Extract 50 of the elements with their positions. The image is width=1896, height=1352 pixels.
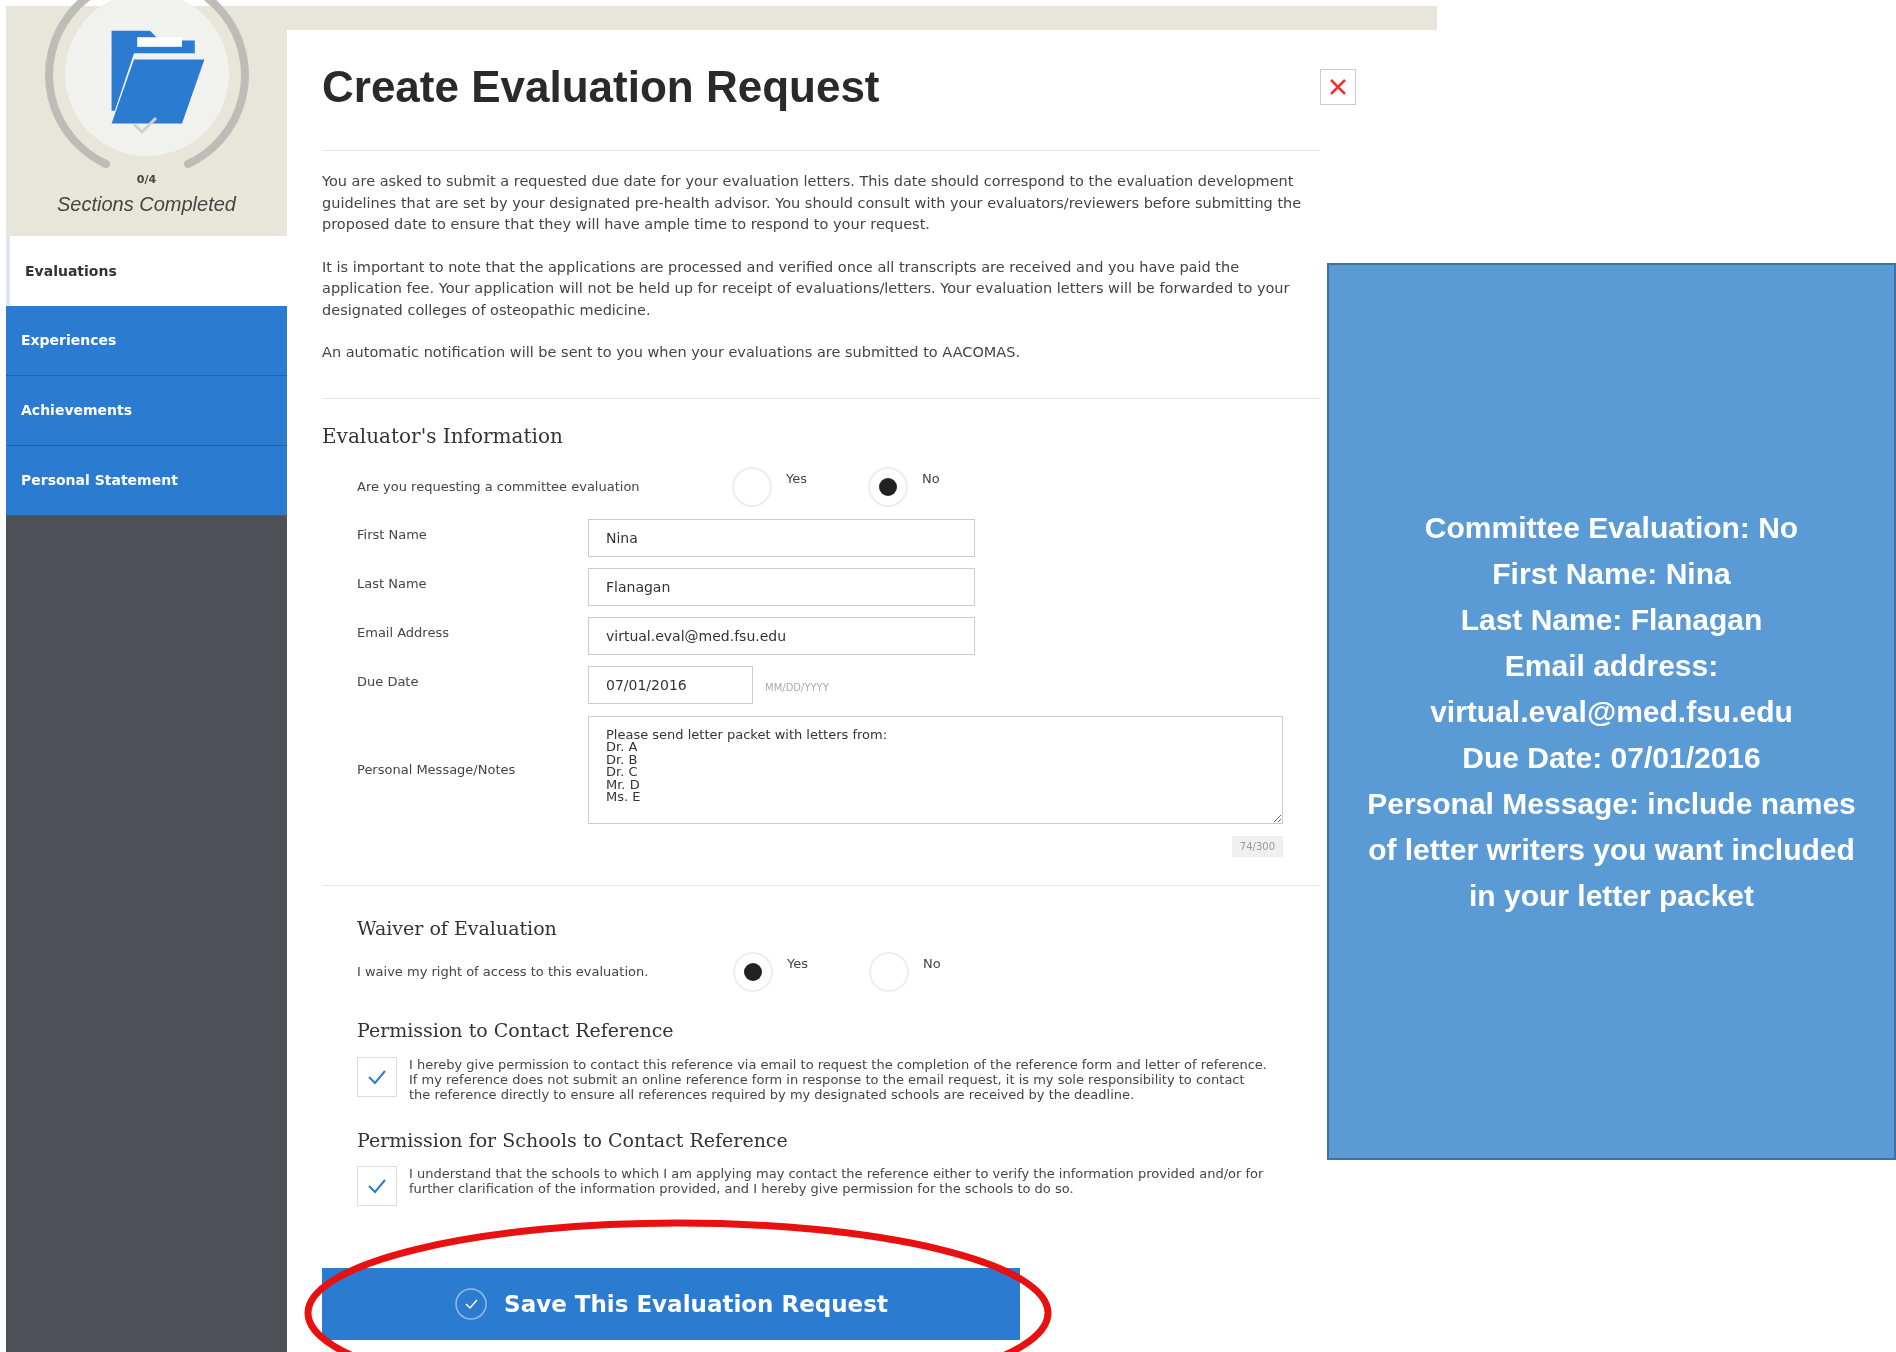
check-icon [367, 1178, 387, 1194]
message-field[interactable]: Please send letter packet with letters from: Dr. A Dr. B Dr. C Mr. D Ms. E [588, 715, 1283, 824]
radio-label: Yes [786, 469, 807, 488]
checkbox[interactable] [357, 1166, 397, 1206]
callout-text: Due Date: 07/01/2016 [1462, 739, 1761, 776]
radio-label: No [922, 469, 940, 488]
field-label: Last Name [357, 574, 428, 593]
callout-text: Last Name: Flanagan [1460, 601, 1763, 638]
checkbox[interactable] [357, 1056, 397, 1097]
section-heading: Permission for Schools to Contact Reference [356, 1127, 789, 1153]
character-counter: 74/300 [1231, 835, 1283, 857]
input-field[interactable]: virtual.eval@med.fsu.edu [588, 616, 975, 655]
sidebar-item[interactable]: Evaluations [6, 236, 287, 306]
check-icon [367, 1068, 387, 1085]
sidebar-item[interactable]: Personal Statement [6, 446, 287, 516]
section-heading: Waiver of Evaluation [356, 915, 558, 941]
field-label: Email Address [357, 623, 450, 642]
dialog-title: Create Evaluation Request [322, 61, 880, 113]
sidebar-item[interactable]: Experiences [6, 306, 287, 376]
callout-text: Email address: virtual.eval@med.fsu.edu [1429, 647, 1794, 730]
progress-label: Sections Completed [57, 191, 236, 217]
field-label: Are you requesting a committee evaluation [357, 477, 641, 496]
intro-paragraph: You are asked to submit a requested due date for your evaluation letters. This date should correspond to the evaluation development guidelines that are set by your designated pre-health advisor. You should consult with your evaluators/reviewers before submitting the proposed date to ensure that they will have ample time to respond to your request. [322, 172, 1303, 234]
intro-paragraph: An automatic notification will be sent to you when your evaluations are submitted to AACOMAS. [322, 343, 1022, 362]
close-button[interactable] [1320, 69, 1356, 105]
radio-label: Yes [787, 955, 808, 973]
radio-button[interactable] [868, 466, 908, 507]
callout-text: Committee Evaluation: No [1424, 509, 1799, 546]
input-field[interactable]: Flanagan [588, 567, 975, 606]
callout-text: Personal Message: include names of letter writers you want included in your letter packet [1366, 785, 1857, 914]
save-button[interactable]: Save This Evaluation Request [322, 1268, 1020, 1340]
date-format-hint: MM/DD/YYYY [765, 680, 829, 695]
field-label: I waive my right of access to this evaluation. [357, 963, 650, 982]
permission-text: I understand that the schools to which I am applying may contact the reference either to verify the information provided and/or for further clarification of the information provided, and I hereby give permission for the schools to do so. [409, 1166, 1265, 1196]
close-icon [1329, 78, 1347, 96]
field-label: First Name [357, 525, 428, 544]
check-circle-icon [454, 1287, 489, 1321]
input-field[interactable]: Nina [588, 518, 975, 557]
radio-label: No [923, 955, 941, 973]
section-heading: Evaluator's Information [322, 422, 564, 450]
field-label: Personal Message/Notes [357, 760, 517, 779]
sidebar-item[interactable]: Achievements [6, 376, 287, 446]
field-label: Due Date [357, 672, 420, 691]
permission-text: I hereby give permission to contact this reference via email to request the completion of the reference form and letter of reference. If my reference does not submit an online reference form in response to the email request, it is my sole responsibility to contact the reference directly to ensure all references required by my designated schools are received by the deadline. [409, 1056, 1268, 1102]
intro-paragraph: It is important to note that the applications are processed and verified once all transcripts are received and you have paid the application fee. Your application will not be held up for receipt of evaluations/letters. Your evaluation letters will be forwarded to your designated colleges of osteopathic medicine. [322, 257, 1291, 320]
date-field[interactable]: 07/01/2016 [588, 665, 753, 704]
callout-text: First Name: Nina [1492, 555, 1731, 592]
section-heading: Permission to Contact Reference [356, 1018, 675, 1043]
progress-count: 0/4 [136, 172, 157, 188]
radio-button[interactable] [733, 952, 773, 992]
